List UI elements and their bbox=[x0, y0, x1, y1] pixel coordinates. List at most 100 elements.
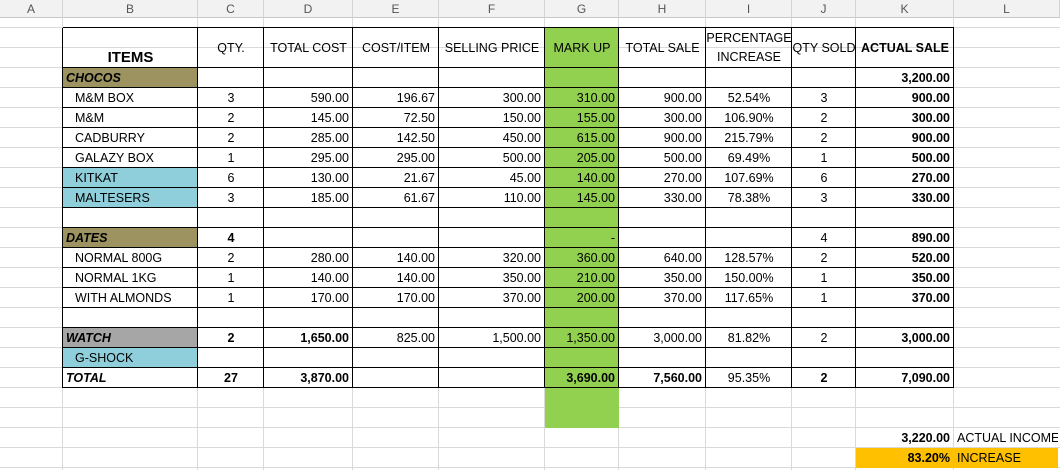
cell-f19[interactable] bbox=[439, 408, 545, 428]
cell-e10[interactable] bbox=[353, 228, 439, 248]
cell-j12[interactable]: 1 bbox=[792, 268, 856, 288]
cell-e3[interactable]: 196.67 bbox=[353, 88, 439, 108]
cell-b13[interactable]: WITH ALMONDS bbox=[63, 288, 198, 308]
column-header-a[interactable]: A bbox=[0, 0, 63, 18]
cell-i4[interactable]: 106.90% bbox=[706, 108, 792, 128]
cell-d18[interactable] bbox=[264, 388, 353, 408]
cell-f7[interactable]: 45.00 bbox=[439, 168, 545, 188]
cell-c6[interactable]: 1 bbox=[198, 148, 264, 168]
header-qty-sold[interactable]: QTY SOLD bbox=[792, 28, 856, 68]
cell-b12[interactable]: NORMAL 1KG bbox=[63, 268, 198, 288]
cell-g13[interactable]: 200.00 bbox=[545, 288, 619, 308]
cell-e8[interactable]: 61.67 bbox=[353, 188, 439, 208]
cell-g17[interactable]: 3,690.00 bbox=[545, 368, 619, 388]
cell-g3[interactable]: 310.00 bbox=[545, 88, 619, 108]
cell-k19[interactable] bbox=[856, 408, 954, 428]
cell-k20[interactable]: 3,220.00 bbox=[856, 428, 954, 448]
cell-k14[interactable] bbox=[856, 308, 954, 328]
cell-b15[interactable]: WATCH bbox=[63, 328, 198, 348]
cell-g18[interactable] bbox=[545, 388, 619, 408]
cell-j18[interactable] bbox=[792, 388, 856, 408]
cell-i2[interactable] bbox=[706, 68, 792, 88]
column-header-i[interactable]: I bbox=[706, 0, 792, 18]
cell-i7[interactable]: 107.69% bbox=[706, 168, 792, 188]
cell-i5[interactable]: 215.79% bbox=[706, 128, 792, 148]
cell-j9[interactable] bbox=[792, 208, 856, 228]
cell-i17[interactable]: 95.35% bbox=[706, 368, 792, 388]
cell-f12[interactable]: 350.00 bbox=[439, 268, 545, 288]
cell-k6[interactable]: 500.00 bbox=[856, 148, 954, 168]
cell-c13[interactable]: 1 bbox=[198, 288, 264, 308]
cell-k2[interactable]: 3,200.00 bbox=[856, 68, 954, 88]
cell-b14[interactable] bbox=[63, 308, 198, 328]
cell-f16[interactable] bbox=[439, 348, 545, 368]
header-actual-sale[interactable]: ACTUAL SALE bbox=[856, 28, 954, 68]
cell-h6[interactable]: 500.00 bbox=[619, 148, 706, 168]
cell-i11[interactable]: 128.57% bbox=[706, 248, 792, 268]
cell-g12[interactable]: 210.00 bbox=[545, 268, 619, 288]
cell-d14[interactable] bbox=[264, 308, 353, 328]
cell-g2[interactable] bbox=[545, 68, 619, 88]
cell-i13[interactable]: 117.65% bbox=[706, 288, 792, 308]
header-total-cost[interactable]: TOTAL COST bbox=[264, 28, 353, 68]
cell-k18[interactable] bbox=[856, 388, 954, 408]
cell-e5[interactable]: 142.50 bbox=[353, 128, 439, 148]
cell-i8[interactable]: 78.38% bbox=[706, 188, 792, 208]
cell-k5[interactable]: 900.00 bbox=[856, 128, 954, 148]
cell-i10[interactable] bbox=[706, 228, 792, 248]
cell-h9[interactable] bbox=[619, 208, 706, 228]
header-total-sale[interactable]: TOTAL SALE bbox=[619, 28, 706, 68]
cell-d4[interactable]: 145.00 bbox=[264, 108, 353, 128]
cell-e19[interactable] bbox=[353, 408, 439, 428]
cell-f10[interactable] bbox=[439, 228, 545, 248]
cell-i9[interactable] bbox=[706, 208, 792, 228]
cell-f8[interactable]: 110.00 bbox=[439, 188, 545, 208]
cell-e14[interactable] bbox=[353, 308, 439, 328]
cell-d2[interactable] bbox=[264, 68, 353, 88]
cell-c7[interactable]: 6 bbox=[198, 168, 264, 188]
column-header-h[interactable]: H bbox=[619, 0, 706, 18]
cell-j3[interactable]: 3 bbox=[792, 88, 856, 108]
cell-d7[interactable]: 130.00 bbox=[264, 168, 353, 188]
cell-g10[interactable]: - bbox=[545, 228, 619, 248]
cell-f17[interactable] bbox=[439, 368, 545, 388]
cell-b7[interactable]: KITKAT bbox=[63, 168, 198, 188]
cell-j17[interactable]: 2 bbox=[792, 368, 856, 388]
cell-f13[interactable]: 370.00 bbox=[439, 288, 545, 308]
cell-i18[interactable] bbox=[706, 388, 792, 408]
cell-j10[interactable]: 4 bbox=[792, 228, 856, 248]
cell-b17[interactable]: TOTAL bbox=[63, 368, 198, 388]
cell-k4[interactable]: 300.00 bbox=[856, 108, 954, 128]
cell-k21[interactable]: 83.20% bbox=[856, 448, 954, 468]
header-cost-item[interactable]: COST/ITEM bbox=[353, 28, 439, 68]
cell-d11[interactable]: 280.00 bbox=[264, 248, 353, 268]
cell-k15[interactable]: 3,000.00 bbox=[856, 328, 954, 348]
cell-l21[interactable]: INCREASE bbox=[954, 448, 1058, 468]
cell-j6[interactable]: 1 bbox=[792, 148, 856, 168]
cell-c18[interactable] bbox=[198, 388, 264, 408]
cell-h7[interactable]: 270.00 bbox=[619, 168, 706, 188]
cell-g16[interactable] bbox=[545, 348, 619, 368]
cell-h13[interactable]: 370.00 bbox=[619, 288, 706, 308]
cell-h19[interactable] bbox=[619, 408, 706, 428]
cell-h17[interactable]: 7,560.00 bbox=[619, 368, 706, 388]
column-header-k[interactable]: K bbox=[856, 0, 954, 18]
header-items[interactable]: ITEMS bbox=[63, 28, 198, 68]
cell-c12[interactable]: 1 bbox=[198, 268, 264, 288]
cell-k8[interactable]: 330.00 bbox=[856, 188, 954, 208]
header-percentage-increase[interactable]: PERCENTAGE INCREASE bbox=[706, 28, 792, 68]
cell-e17[interactable] bbox=[353, 368, 439, 388]
cell-e6[interactable]: 295.00 bbox=[353, 148, 439, 168]
column-header-j[interactable]: J bbox=[792, 0, 856, 18]
cell-g9[interactable] bbox=[545, 208, 619, 228]
header-qty[interactable]: QTY. bbox=[198, 28, 264, 68]
cell-j2[interactable] bbox=[792, 68, 856, 88]
cell-b18[interactable] bbox=[63, 388, 198, 408]
cell-f18[interactable] bbox=[439, 388, 545, 408]
cell-k9[interactable] bbox=[856, 208, 954, 228]
cell-g6[interactable]: 205.00 bbox=[545, 148, 619, 168]
cell-c5[interactable]: 2 bbox=[198, 128, 264, 148]
cell-f3[interactable]: 300.00 bbox=[439, 88, 545, 108]
cell-d3[interactable]: 590.00 bbox=[264, 88, 353, 108]
cell-k7[interactable]: 270.00 bbox=[856, 168, 954, 188]
